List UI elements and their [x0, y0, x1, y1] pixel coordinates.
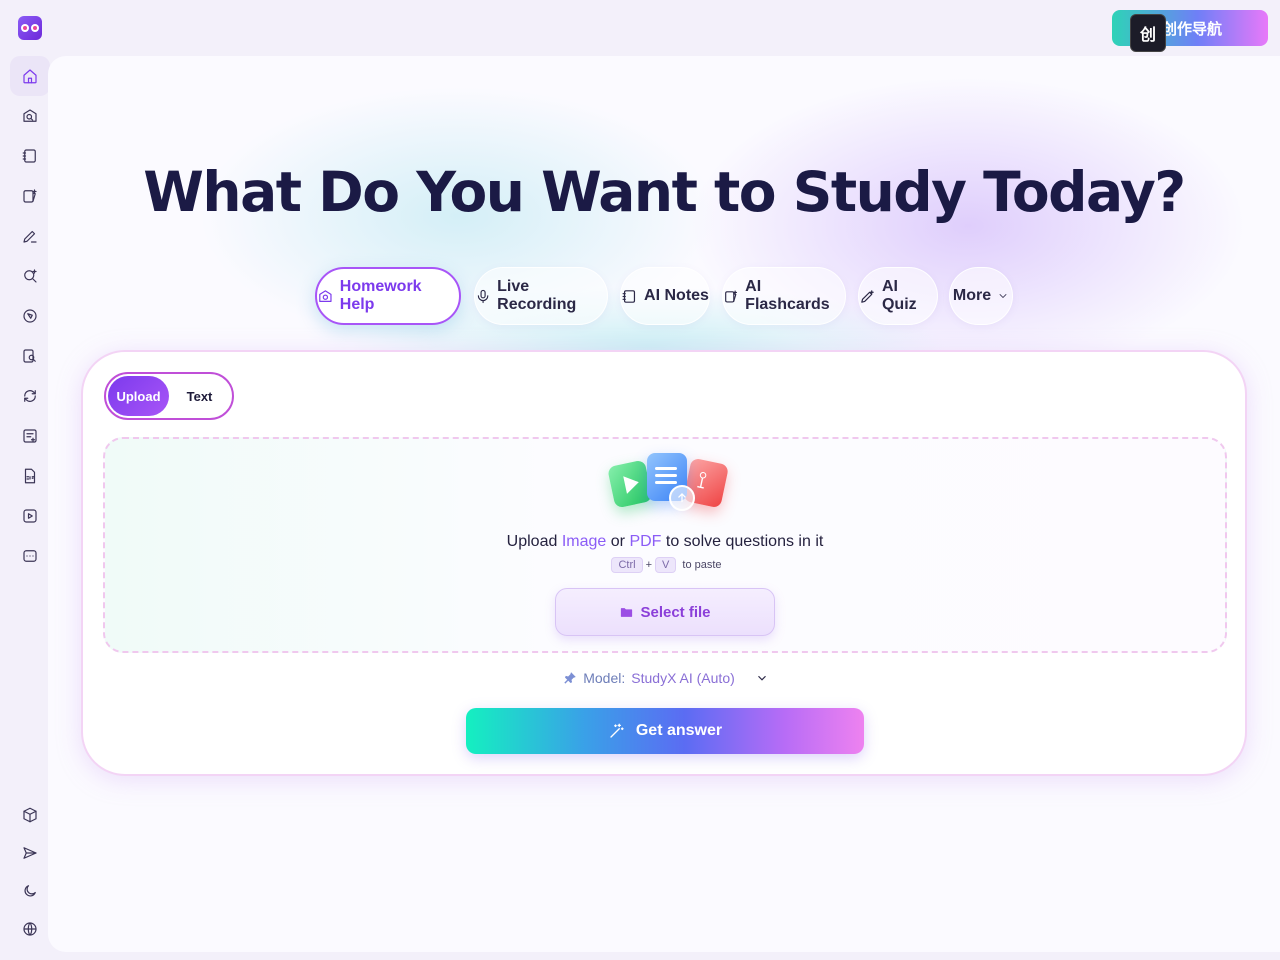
doc-search-icon — [23, 349, 36, 363]
model-label: Model: — [583, 670, 626, 686]
owl-eye-left — [21, 24, 29, 32]
upload-arrow-icon — [669, 485, 695, 511]
paste-hint: Ctrl + V to paste — [105, 557, 1225, 573]
homework-card: Upload Text Upload Image or PDF to solve… — [81, 350, 1247, 776]
tab-label: Live Recording — [497, 278, 577, 313]
app-logo[interactable] — [18, 16, 42, 40]
pin-icon — [564, 672, 577, 684]
home-icon — [23, 69, 37, 84]
upload-instructions: Upload Image or PDF to solve questions i… — [105, 533, 1225, 551]
sidebar-item-theme[interactable] — [10, 871, 50, 911]
chevron-down-icon — [757, 675, 766, 681]
sidebar-item-refresh[interactable] — [10, 376, 50, 416]
pen-icon — [861, 289, 874, 303]
sidebar-item-pdf[interactable] — [10, 456, 50, 496]
camera-search-icon — [23, 109, 37, 122]
tab-label: More — [952, 287, 992, 304]
chevron-down-icon — [999, 294, 1007, 298]
tab-ai-quiz[interactable]: AI Quiz — [858, 267, 938, 325]
flashcards-icon — [725, 290, 738, 302]
cube-icon — [23, 807, 37, 823]
tab-homework-help[interactable]: Homework Help — [315, 267, 461, 325]
flashcards-icon — [23, 189, 37, 203]
sidebar-item-note-add[interactable] — [10, 416, 50, 456]
tab-label: AI Quiz — [881, 278, 917, 313]
model-value: StudyX AI (Auto) — [631, 670, 735, 686]
page-title: What Do You Want to Study Today? — [143, 160, 1186, 224]
upload-suffix: to solve questions in it — [665, 533, 824, 550]
file-types-illustration — [605, 453, 730, 523]
select-file-label: Select file — [640, 603, 711, 621]
sidebar-item-ai-quiz[interactable] — [10, 216, 50, 256]
get-answer-button[interactable]: Get answer — [466, 708, 864, 754]
moon-icon — [24, 885, 36, 897]
upload-dropzone[interactable]: Upload Image or PDF to solve questions i… — [103, 437, 1227, 653]
sidebar-item-homework-help[interactable] — [10, 96, 50, 136]
tab-live-recording[interactable]: Live Recording — [474, 267, 608, 325]
folder-icon — [621, 607, 633, 617]
paste-hint-text: to paste — [682, 559, 722, 571]
pdf-icon — [24, 468, 36, 484]
sidebar-item-ai-flashcards[interactable] — [10, 176, 50, 216]
tab-label: AI Notes — [644, 287, 709, 304]
microphone-icon — [477, 289, 489, 303]
owl-eye-right — [31, 24, 39, 32]
sidebar-item-extension[interactable] — [10, 795, 50, 835]
note-add-icon — [23, 429, 37, 443]
sidebar-item-ai-notes[interactable] — [10, 136, 50, 176]
model-selector[interactable]: Model: StudyX AI (Auto) — [83, 668, 1249, 688]
image-word: Image — [561, 533, 607, 550]
sidebar — [10, 56, 50, 946]
search-sparkle-icon — [24, 269, 37, 283]
notes-icon — [622, 289, 636, 303]
input-mode-toggle: Upload Text — [104, 372, 234, 420]
pen-edit-icon — [23, 230, 37, 243]
sidebar-item-explore[interactable] — [10, 296, 50, 336]
pdf-word: PDF — [629, 533, 662, 550]
feature-tabs: Homework Help Live Recording AI Notes AI… — [48, 267, 1280, 325]
creation-nav-label: 创作导航 — [1162, 20, 1223, 38]
magic-wand-icon — [610, 723, 624, 738]
or-word: or — [610, 533, 625, 550]
plus-sign: + — [645, 559, 652, 571]
creation-nav-badge[interactable]: 创 创作导航 — [1112, 10, 1268, 52]
select-file-button[interactable]: Select file — [555, 588, 775, 636]
main-panel: What Do You Want to Study Today? Homewor… — [48, 56, 1280, 952]
tab-label: AI Flashcards — [745, 278, 830, 313]
globe-icon — [23, 922, 37, 936]
ctrl-key: Ctrl — [611, 557, 643, 573]
tab-label: Homework Help — [339, 278, 422, 313]
notes-icon — [22, 149, 36, 163]
v-key: V — [655, 557, 677, 573]
sidebar-item-share[interactable] — [10, 833, 50, 873]
chat-icon — [23, 550, 37, 562]
creation-chip: 创 — [1130, 14, 1166, 52]
video-icon — [23, 509, 37, 523]
get-answer-label: Get answer — [635, 722, 723, 739]
sidebar-item-language[interactable] — [10, 909, 50, 949]
sidebar-item-chat[interactable] — [10, 536, 50, 576]
tab-ai-notes[interactable]: AI Notes — [620, 267, 710, 325]
mode-text-button[interactable]: Text — [169, 376, 230, 416]
tab-ai-flashcards[interactable]: AI Flashcards — [722, 267, 846, 325]
mode-upload-button[interactable]: Upload — [108, 376, 169, 416]
send-icon — [23, 847, 37, 859]
tab-more[interactable]: More — [949, 267, 1013, 325]
sidebar-item-pdf-search[interactable] — [10, 336, 50, 376]
camera-icon — [319, 289, 332, 302]
compass-icon — [23, 309, 37, 323]
sidebar-item-video[interactable] — [10, 496, 50, 536]
refresh-icon — [24, 390, 36, 402]
sidebar-item-search[interactable] — [10, 256, 50, 296]
upload-prefix: Upload — [506, 533, 558, 550]
sidebar-item-home[interactable] — [10, 56, 50, 96]
